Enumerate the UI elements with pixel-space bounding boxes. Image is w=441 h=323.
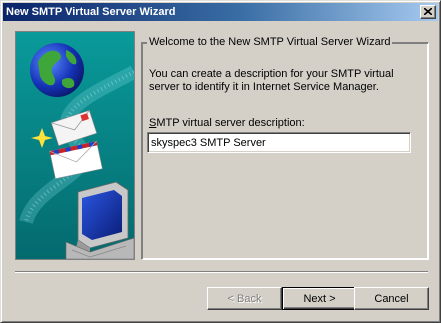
back-button-label: < Back xyxy=(227,292,262,305)
cancel-button-label: Cancel xyxy=(374,292,409,305)
group-title: Welcome to the New SMTP Virtual Server W… xyxy=(147,35,393,49)
window-title: New SMTP Virtual Server Wizard xyxy=(6,6,176,18)
title-bar[interactable]: New SMTP Virtual Server Wizard xyxy=(3,3,438,21)
next-button[interactable]: Next > xyxy=(282,287,357,310)
close-icon xyxy=(424,8,432,15)
wizard-illustration xyxy=(15,31,135,260)
intro-text: You can create a description for your SM… xyxy=(149,68,424,94)
close-button[interactable] xyxy=(420,5,436,19)
back-button[interactable]: < Back xyxy=(207,287,282,310)
cancel-button[interactable]: Cancel xyxy=(354,287,429,310)
next-button-label: Next > xyxy=(303,292,336,305)
button-divider xyxy=(15,271,428,273)
intro-line-1: You can create a description for your SM… xyxy=(149,68,394,80)
wizard-window: New SMTP Virtual Server Wizard Welcome t… xyxy=(0,0,441,323)
description-label: SMTP virtual server description: xyxy=(149,117,305,130)
globe-icon xyxy=(30,43,84,97)
description-label-rest: MTP virtual server description: xyxy=(156,117,305,129)
intro-line-2: server to identify it in Internet Servic… xyxy=(149,81,379,93)
description-input[interactable] xyxy=(147,132,411,153)
